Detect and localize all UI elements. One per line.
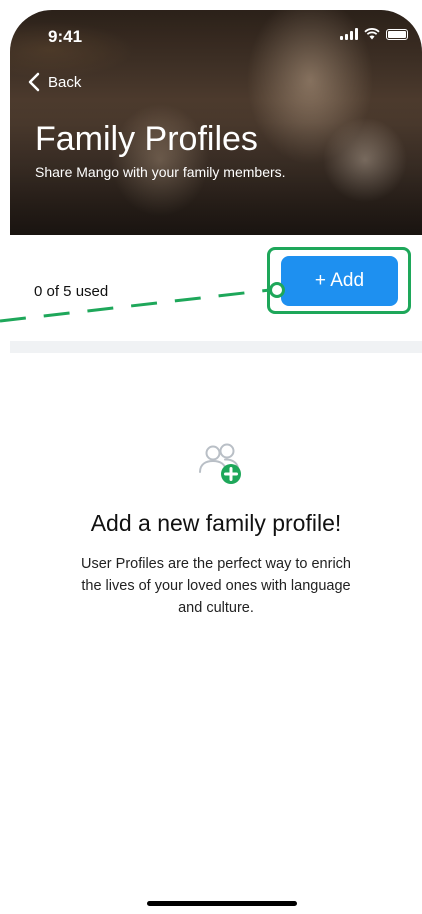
page-subtitle: Share Mango with your family members.	[35, 164, 286, 180]
wifi-icon	[364, 28, 380, 40]
status-time: 9:41	[48, 27, 83, 46]
add-user-group-icon	[199, 443, 241, 484]
status-icons	[340, 28, 408, 40]
section-divider	[10, 341, 422, 353]
empty-state-title: Add a new family profile!	[90, 510, 342, 536]
add-profile-button[interactable]: + Add	[281, 256, 398, 306]
phone-screen: 9:41 Back Family Profiles Share Mango wi…	[10, 10, 422, 914]
back-button[interactable]: Back	[28, 72, 81, 92]
signal-icon	[340, 28, 358, 40]
usage-count: 0 of 5 used	[34, 283, 109, 300]
page-title: Family Profiles	[35, 120, 258, 158]
status-bar: 9:41	[10, 10, 422, 54]
chevron-left-icon	[28, 72, 40, 92]
empty-state-body: User Profiles are the perfect way to enr…	[81, 556, 351, 616]
battery-icon	[386, 29, 408, 40]
home-indicator[interactable]	[147, 901, 297, 906]
back-label: Back	[48, 73, 82, 91]
